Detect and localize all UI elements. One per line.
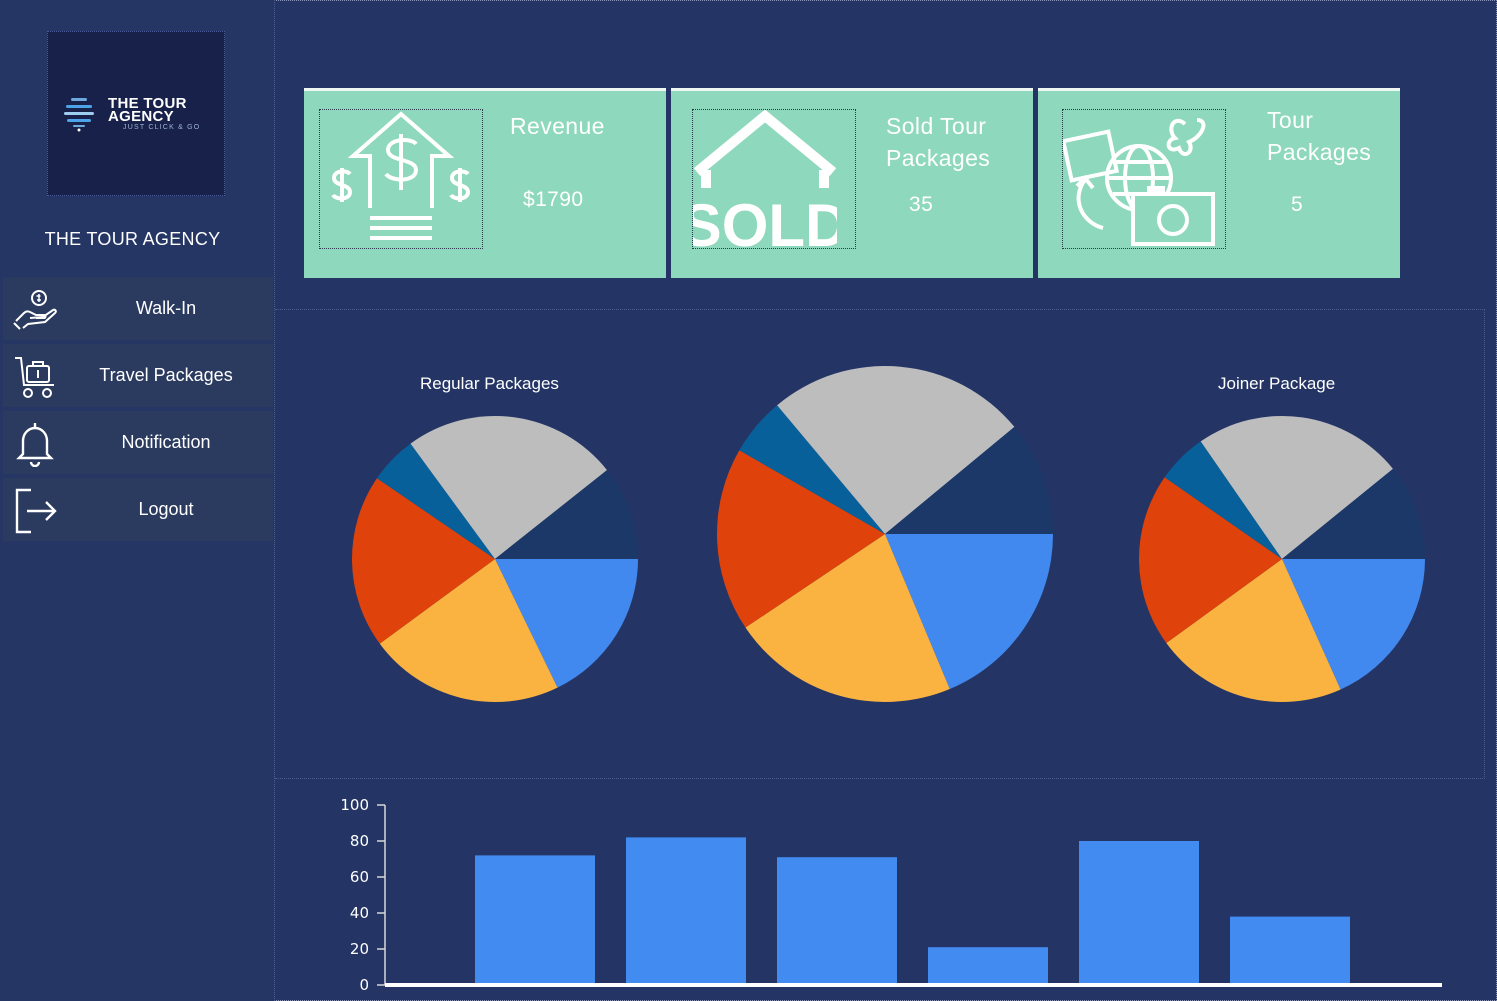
tour-title: Tour Packages <box>1267 104 1371 168</box>
tour-title-line1: Tour <box>1267 107 1314 133</box>
sidebar: THE TOUR AGENCY JUST CLICK & GO THE TOUR… <box>0 0 275 1001</box>
pie-title-regular: Regular Packages <box>420 374 559 393</box>
tour-packages-card: Tour Packages 5 <box>1038 88 1400 278</box>
pie-chart-regular <box>351 416 638 702</box>
tour-icon-frame <box>1060 109 1226 249</box>
nav-label-logout: Logout <box>138 499 194 519</box>
pie-chart-joiner <box>1139 416 1425 702</box>
tour-value: 5 <box>1291 193 1304 216</box>
revenue-card: Revenue $1790 <box>304 88 666 278</box>
sold-title-line1: Sold Tour <box>886 113 987 139</box>
y-tick-label: 20 <box>350 940 369 958</box>
travel-globe-camera-icon <box>1060 118 1215 246</box>
bar <box>928 947 1048 985</box>
logo-title: THE TOUR AGENCY <box>108 96 187 124</box>
sold-title: Sold Tour Packages <box>886 110 990 174</box>
revenue-value: $1790 <box>523 188 584 211</box>
sold-icon-frame: SOLD <box>682 109 856 259</box>
bar-chart: 0 20 40 60 80 100 <box>340 796 1442 994</box>
logo-tagline: JUST CLICK & GO <box>123 124 201 131</box>
sold-title-line2: Packages <box>886 145 991 171</box>
logout-icon <box>15 488 57 534</box>
y-tick-label: 40 <box>350 904 369 922</box>
nav-label-notification: Notification <box>121 432 211 452</box>
agency-name: THE TOUR AGENCY <box>44 229 221 249</box>
bell-icon <box>16 423 54 467</box>
pie-chart-middle <box>717 366 1053 702</box>
y-tick-label: 0 <box>359 976 369 994</box>
svg-text:SOLD: SOLD <box>693 192 837 248</box>
nav-label-travel-packages: Travel Packages <box>99 365 233 385</box>
y-tick-label: 80 <box>350 832 369 850</box>
luggage-cart-icon <box>15 357 54 398</box>
pie-title-joiner: Joiner Package <box>1218 374 1336 393</box>
tour-title-line2: Packages <box>1267 139 1372 165</box>
nav-item-travel-packages[interactable]: Travel Packages <box>3 344 273 407</box>
bar <box>626 837 746 985</box>
agency-logo: THE TOUR AGENCY JUST CLICK & GO <box>47 31 225 196</box>
nav-item-walk-in[interactable]: Walk-In <box>3 277 273 340</box>
revenue-icon-frame <box>319 109 483 249</box>
logo-mark-icon <box>64 98 94 132</box>
revenue-up-icon <box>331 111 471 240</box>
nav-item-logout[interactable]: Logout <box>3 478 273 541</box>
sold-house-icon: SOLD <box>682 109 848 259</box>
sold-value: 35 <box>909 193 934 216</box>
nav-label-walk-in: Walk-In <box>135 298 197 318</box>
y-tick-label: 100 <box>340 796 369 814</box>
nav-item-notification[interactable]: Notification <box>3 411 273 474</box>
bar <box>777 857 897 985</box>
revenue-title: Revenue <box>510 113 605 139</box>
bar <box>1079 841 1199 985</box>
sold-packages-card: SOLD Sold Tour Packages 35 <box>671 88 1033 278</box>
bar <box>1230 916 1350 985</box>
bar <box>475 855 595 985</box>
y-tick-label: 60 <box>350 868 369 886</box>
hand-coin-icon <box>13 290 57 330</box>
